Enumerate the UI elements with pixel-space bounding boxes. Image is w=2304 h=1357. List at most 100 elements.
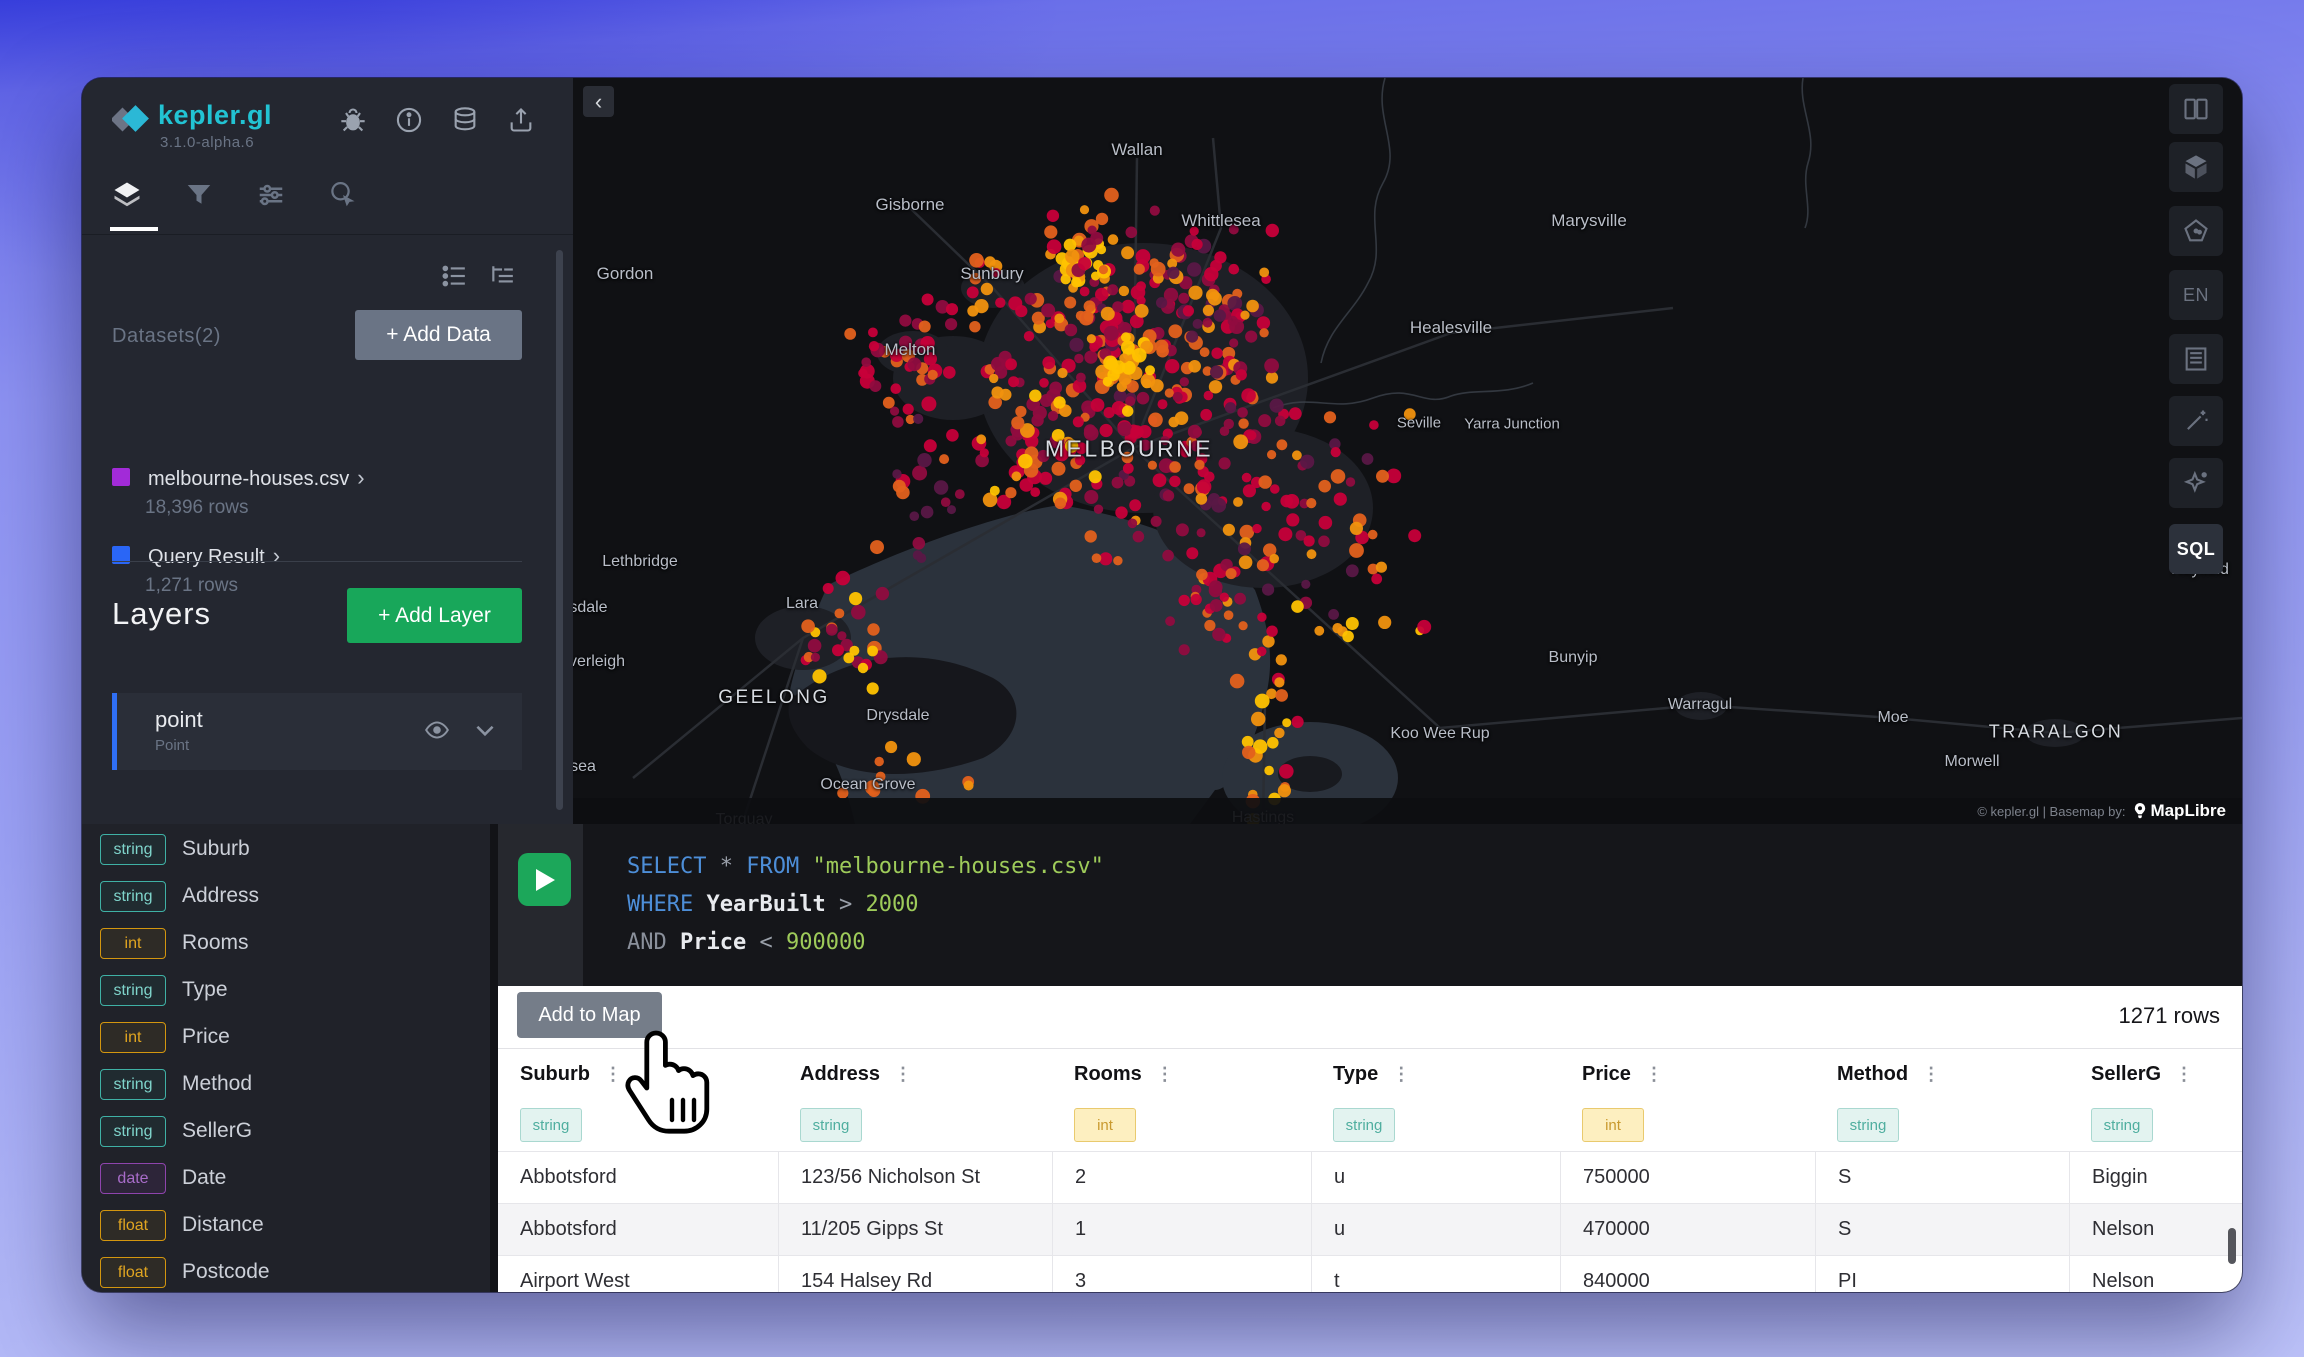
dataset-item-melbourne-houses[interactable]: melbourne-houses.csv› 18,396 rows	[112, 464, 542, 528]
field-type-badge: int	[100, 928, 166, 959]
list-view-icon[interactable]	[441, 263, 467, 289]
field-item-rooms[interactable]: intRooms	[82, 921, 490, 968]
column-header-method: Method⋮	[1815, 1049, 2069, 1099]
map-label: Whittlesea	[1181, 211, 1260, 231]
table-cell: 154 Halsey Rd	[778, 1255, 1052, 1292]
add-data-button[interactable]: + Add Data	[355, 310, 522, 360]
map-label: Healesville	[1410, 318, 1492, 338]
field-item-price[interactable]: intPrice	[82, 1015, 490, 1062]
share-export-icon[interactable]	[507, 106, 535, 134]
sql-code-editor[interactable]: SELECT * FROM "melbourne-houses.csv"WHER…	[583, 824, 2242, 986]
add-to-map-button[interactable]: Add to Map	[517, 992, 662, 1038]
column-menu-icon[interactable]: ⋮	[604, 1064, 623, 1085]
column-header-type: Type⋮	[1311, 1049, 1560, 1099]
map-label: Seville	[1397, 415, 1441, 432]
tab-basemap[interactable]	[328, 180, 358, 210]
layer-visibility-eye-icon[interactable]	[424, 717, 450, 743]
field-item-distance[interactable]: floatDistance	[82, 1203, 490, 1250]
column-header-rooms: Rooms⋮	[1052, 1049, 1311, 1099]
query-result-table-panel: Add to Map 1271 rows Suburb⋮Address⋮Room…	[498, 986, 2242, 1292]
column-menu-icon[interactable]: ⋮	[1645, 1064, 1664, 1085]
sparkle-icon	[2182, 469, 2210, 497]
tab-interactions[interactable]	[256, 180, 286, 210]
cube-icon	[2182, 153, 2210, 181]
column-header-sellerg: SellerG⋮	[2069, 1049, 2242, 1099]
map-label: Melton	[884, 340, 935, 360]
dataset-color-swatch	[112, 468, 130, 486]
column-menu-icon[interactable]: ⋮	[1392, 1064, 1411, 1085]
draw-polygon-button[interactable]	[2169, 206, 2223, 256]
table-cell: 3	[1052, 1255, 1311, 1292]
effects-button[interactable]	[2169, 458, 2223, 508]
locale-button[interactable]: EN	[2169, 270, 2223, 320]
column-menu-icon[interactable]: ⋮	[2175, 1064, 2194, 1085]
column-header-suburb: Suburb⋮	[498, 1049, 778, 1099]
map-label: Koo Wee Rup	[1390, 725, 1489, 743]
sort-by-dataset-icon[interactable]	[489, 263, 515, 289]
table-cell: 123/56 Nicholson St	[778, 1151, 1052, 1203]
sql-editor-panel: SELECT * FROM "melbourne-houses.csv"WHER…	[498, 824, 2242, 986]
sql-button[interactable]: SQL	[2169, 524, 2223, 574]
sidebar-scrollbar[interactable]	[556, 250, 563, 810]
field-name: Address	[182, 884, 259, 908]
table-cell: Airport West	[498, 1255, 778, 1292]
field-item-type[interactable]: stringType	[82, 968, 490, 1015]
split-map-button[interactable]	[2169, 84, 2223, 134]
app-version: 3.1.0-alpha.6	[160, 134, 254, 151]
table-cell: Nelson	[2069, 1255, 2242, 1292]
map-label: Moe	[1877, 709, 1908, 727]
3d-view-button[interactable]	[2169, 142, 2223, 192]
layer-expand-chevron-icon[interactable]	[472, 717, 498, 743]
polygon-icon	[2182, 217, 2210, 245]
column-type-chip: int	[1074, 1108, 1136, 1142]
table-cell: t	[1311, 1255, 1560, 1292]
bug-report-icon[interactable]	[339, 106, 367, 134]
table-cell: 840000	[1560, 1255, 1815, 1292]
field-type-badge: float	[100, 1257, 166, 1288]
layer-item-point[interactable]: point Point	[112, 693, 522, 770]
database-icon[interactable]	[451, 106, 479, 134]
table-cell: 2	[1052, 1151, 1311, 1203]
field-item-address[interactable]: stringAddress	[82, 874, 490, 921]
table-cell: 750000	[1560, 1151, 1815, 1203]
table-cell: u	[1311, 1203, 1560, 1255]
chevron-right-icon[interactable]: ›	[357, 465, 364, 490]
map-label: Lethbridge	[602, 553, 678, 571]
ai-wand-button[interactable]	[2169, 396, 2223, 446]
field-name: Suburb	[182, 837, 250, 861]
field-item-postcode[interactable]: float Postcode	[82, 1250, 490, 1292]
map-label: Gisborne	[876, 195, 945, 215]
field-item-date[interactable]: dateDate	[82, 1156, 490, 1203]
table-scrollbar-thumb[interactable]	[2228, 1228, 2236, 1264]
map-label: Marysville	[1551, 211, 1627, 231]
tab-layers[interactable]	[112, 180, 142, 210]
field-name: Type	[182, 978, 228, 1002]
chevron-right-icon[interactable]: ›	[273, 543, 280, 568]
tab-filters[interactable]	[184, 180, 214, 210]
info-icon[interactable]	[395, 106, 423, 134]
field-item-method[interactable]: stringMethod	[82, 1062, 490, 1109]
fields-list-panel: stringSuburbstringAddressintRoomsstringT…	[82, 824, 490, 1292]
map-label: Lara	[786, 595, 818, 613]
table-cell: 1	[1052, 1203, 1311, 1255]
map-label: Wallan	[1111, 140, 1162, 160]
field-type-badge: int	[100, 1022, 166, 1053]
table-cell: u	[1311, 1151, 1560, 1203]
collapse-sidebar-button[interactable]: ‹	[583, 86, 614, 117]
column-menu-icon[interactable]: ⋮	[1156, 1064, 1175, 1085]
datasets-section-label: Datasets(2)	[112, 325, 221, 348]
legend-icon	[2182, 345, 2210, 373]
column-menu-icon[interactable]: ⋮	[1922, 1064, 1941, 1085]
dataset-row-count: 1,271 rows	[145, 575, 238, 597]
run-query-button[interactable]	[518, 853, 571, 906]
field-item-suburb[interactable]: stringSuburb	[82, 827, 490, 874]
field-item-sellerg[interactable]: stringSellerG	[82, 1109, 490, 1156]
map-label: verleigh	[573, 653, 625, 671]
field-name: Postcode	[182, 1260, 270, 1284]
maplibre-logo[interactable]: MapLibre	[2133, 801, 2226, 821]
map-canvas[interactable]: JamiesonWallanGisborneWhittleseaMarysvil…	[573, 78, 2242, 824]
legend-button[interactable]	[2169, 334, 2223, 384]
add-layer-button[interactable]: + Add Layer	[347, 588, 522, 643]
layer-type: Point	[155, 737, 189, 754]
column-menu-icon[interactable]: ⋮	[894, 1064, 913, 1085]
